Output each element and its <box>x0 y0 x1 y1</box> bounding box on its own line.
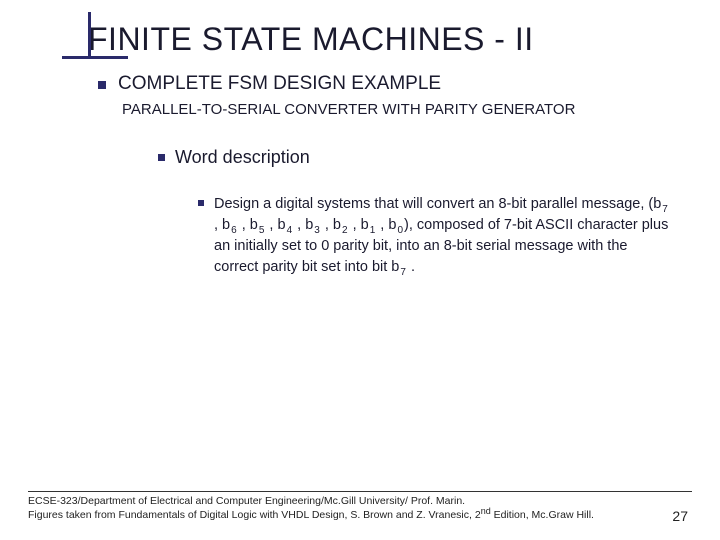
bullet-level1-subtitle: PARALLEL-TO-SERIAL CONVERTER WITH PARITY… <box>122 101 692 119</box>
bit-separator: , b <box>293 217 313 233</box>
footer-line2-part-b: Edition, Mc.Graw Hill. <box>491 509 594 521</box>
square-bullet-icon <box>198 200 204 206</box>
footer-line2-part-a: Figures taken from Fundamentals of Digit… <box>28 509 481 521</box>
bit-separator: , b <box>238 217 258 233</box>
subscript: 4 <box>286 225 294 236</box>
bullet-level3-text: Design a digital systems that will conve… <box>214 194 672 278</box>
square-bullet-icon <box>98 81 106 89</box>
square-bullet-icon <box>158 154 165 161</box>
design-text-part: . <box>407 259 415 275</box>
page-number: 27 <box>672 508 688 524</box>
bullet-level2-text: Word description <box>175 147 310 168</box>
slide: FINITE STATE MACHINES - II COMPLETE FSM … <box>0 0 720 540</box>
subscript: 3 <box>313 225 321 236</box>
bullet-level1-text: COMPLETE FSM DESIGN EXAMPLE <box>118 73 441 95</box>
bit-separator: , b <box>214 217 230 233</box>
bit-separator: , b <box>376 217 396 233</box>
footer-rule <box>28 491 692 492</box>
bullet-level2: Word description <box>158 147 692 168</box>
page-title: FINITE STATE MACHINES - II <box>88 22 692 59</box>
title-block: FINITE STATE MACHINES - II <box>88 22 692 59</box>
bit-separator: , b <box>265 217 285 233</box>
footer-superscript: nd <box>481 506 491 516</box>
subscript: 6 <box>230 225 238 236</box>
bit-separator: , b <box>349 217 369 233</box>
bullet-level3: Design a digital systems that will conve… <box>198 194 692 278</box>
subscript: 5 <box>258 225 266 236</box>
slide-footer: ECSE-323/Department of Electrical and Co… <box>28 491 692 522</box>
bit-separator: , b <box>321 217 341 233</box>
bullet-level1: COMPLETE FSM DESIGN EXAMPLE <box>98 73 692 95</box>
content-area: COMPLETE FSM DESIGN EXAMPLE PARALLEL-TO-… <box>28 73 692 278</box>
subscript: 2 <box>341 225 349 236</box>
bullet-level1-subtitle-text: PARALLEL-TO-SERIAL CONVERTER WITH PARITY… <box>122 101 575 118</box>
subscript: 7 <box>399 267 407 278</box>
subscript: 0 <box>396 225 404 236</box>
subscript: 7 <box>661 204 669 215</box>
footer-line1: ECSE-323/Department of Electrical and Co… <box>28 494 692 508</box>
design-text-part: Design a digital systems that will conve… <box>214 196 661 212</box>
footer-line2: Figures taken from Fundamentals of Digit… <box>28 508 692 522</box>
subscript: 1 <box>369 225 377 236</box>
